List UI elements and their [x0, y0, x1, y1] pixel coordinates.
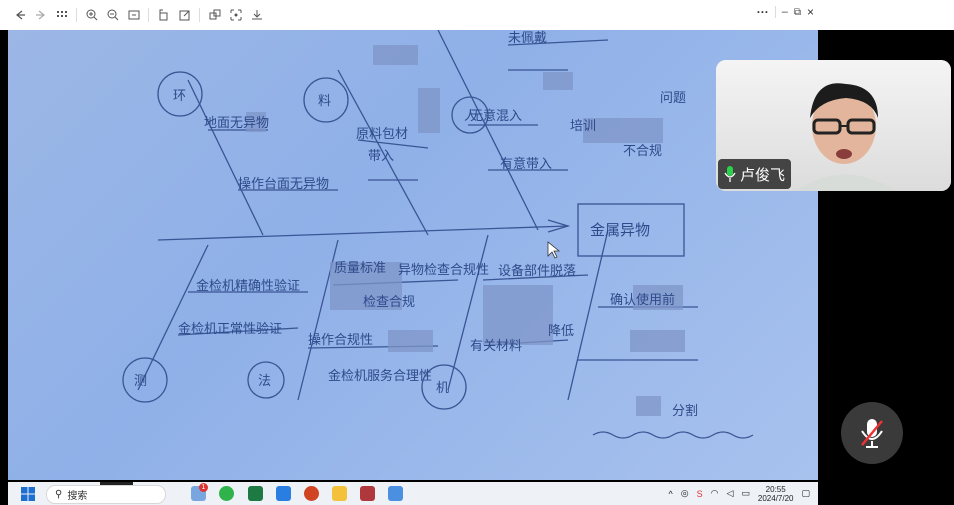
mic-active-icon: [724, 166, 736, 182]
label-14: 异物检查合规性: [398, 263, 489, 278]
back-icon[interactable]: [10, 5, 30, 25]
notification-badge: 1: [199, 483, 208, 492]
wifi-icon[interactable]: ◠: [711, 488, 719, 499]
fishbone-diagram: 环 料 人 测 法 机 金属异物 地面无异物 操作台面无异物 原料包材 带入 无…: [122, 30, 754, 439]
search-icon: ⚲: [55, 489, 63, 500]
head-method: 法: [258, 374, 271, 389]
grid-icon[interactable]: [52, 5, 72, 25]
app-icon-archive[interactable]: [360, 486, 375, 501]
chevron-up-icon[interactable]: ^: [668, 489, 672, 499]
label-22: 分割: [672, 403, 698, 419]
app-icon-meeting[interactable]: [276, 486, 291, 501]
app-icon-wechat[interactable]: [219, 486, 234, 501]
cursor-icon: [547, 241, 561, 259]
edit-icon[interactable]: [175, 5, 195, 25]
fit-icon[interactable]: [124, 5, 144, 25]
minimize-button[interactable]: –: [782, 6, 788, 18]
label-17: 金检机服务合理性: [328, 368, 432, 384]
speaker-name: 卢俊飞: [740, 166, 786, 184]
label-8: 培训: [570, 118, 596, 134]
label-19: 有关材料: [470, 339, 522, 354]
head-machine: 机: [436, 381, 449, 396]
battery-icon[interactable]: ▭: [741, 488, 750, 499]
app-icon-excel[interactable]: [248, 486, 263, 501]
label-10: 问题: [660, 91, 686, 106]
label-1: 地面无异物: [204, 116, 269, 131]
label-20: 确认使用前: [610, 292, 675, 308]
viewer-toolbar: ··· – ⧉ ×: [0, 0, 820, 30]
network-icon[interactable]: ◎: [681, 488, 689, 499]
label-3: 原料包材: [356, 127, 408, 142]
label-11: 金检机精确性验证: [196, 278, 300, 294]
taskbar-search[interactable]: ⚲ 搜索: [46, 485, 166, 504]
clock-time: 20:55: [765, 484, 786, 494]
notification-icon[interactable]: ▢: [801, 488, 810, 499]
taskbar: ⚲ 搜索 1 ^ ◎ S ◠ ◁ ▭ 20:55 2024/7/20 ▢: [8, 482, 818, 505]
label-5: 无意混入: [470, 108, 522, 124]
app-icon-pen[interactable]: [388, 486, 403, 501]
app-icon-folder[interactable]: [332, 486, 347, 501]
zoom-in-icon[interactable]: [82, 5, 102, 25]
mic-muted-icon: [861, 419, 883, 448]
crop-icon[interactable]: [226, 5, 246, 25]
clock[interactable]: 20:55 2024/7/20: [758, 485, 794, 503]
windows-start-icon[interactable]: [21, 487, 35, 501]
label-4: 带入: [368, 149, 394, 164]
speaker-name-tag: 卢俊飞: [718, 159, 792, 189]
label-6: 有意带入: [500, 156, 552, 172]
close-button[interactable]: ×: [807, 5, 814, 19]
more-button[interactable]: ···: [757, 5, 769, 19]
system-tray: ^ ◎ S ◠ ◁ ▭ 20:55 2024/7/20 ▢: [668, 482, 810, 505]
clock-date: 2024/7/20: [757, 493, 794, 503]
mute-button[interactable]: [841, 402, 903, 464]
label-7: 未佩戴: [508, 31, 547, 46]
label-21: 降低: [548, 324, 574, 339]
antivirus-icon[interactable]: S: [697, 489, 703, 499]
label-18: 设备部件脱落: [498, 263, 576, 279]
label-15: 检查合规: [363, 295, 415, 310]
speaker-avatar: [796, 83, 896, 191]
head-measure: 测: [134, 374, 147, 389]
label-13: 质量标准: [334, 261, 386, 276]
whiteboard-video: 环 料 人 测 法 机 金属异物 地面无异物 操作台面无异物 原料包材 带入 无…: [8, 30, 818, 480]
result-label: 金属异物: [590, 221, 650, 239]
label-12: 金检机正常性验证: [178, 321, 282, 337]
restore-button[interactable]: ⧉: [794, 7, 801, 18]
app-icon-powerpoint[interactable]: [304, 486, 319, 501]
speaker-tile[interactable]: 卢俊飞: [716, 60, 951, 191]
copy-icon[interactable]: [205, 5, 225, 25]
forward-icon[interactable]: [31, 5, 51, 25]
volume-icon[interactable]: ◁: [726, 488, 733, 499]
save-icon[interactable]: [247, 5, 267, 25]
label-2: 操作台面无异物: [238, 176, 329, 192]
zoom-out-icon[interactable]: [103, 5, 123, 25]
label-9: 不合规: [623, 144, 662, 159]
head-material: 料: [318, 94, 331, 109]
head-env: 环: [173, 89, 186, 104]
search-placeholder: 搜索: [67, 491, 88, 502]
rotate-icon[interactable]: [154, 5, 174, 25]
label-16: 操作合规性: [308, 332, 373, 348]
